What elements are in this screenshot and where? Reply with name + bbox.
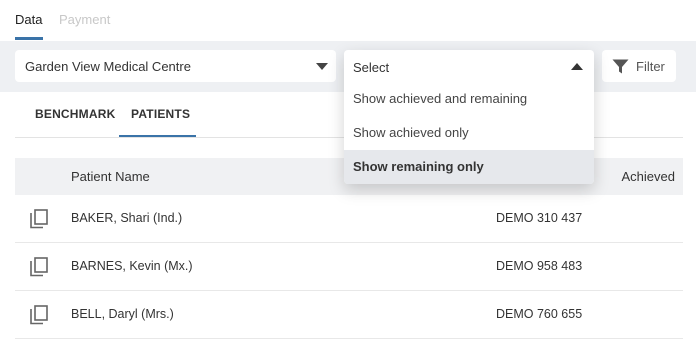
chevron-up-icon[interactable] — [571, 63, 583, 70]
chevron-down-icon — [316, 63, 328, 70]
patient-id: DEMO 310 437 — [496, 211, 583, 225]
status-select-dropdown[interactable]: Select Show achieved and remaining Show … — [344, 50, 594, 184]
column-header-patient-name[interactable]: Patient Name — [71, 169, 150, 184]
tab-payment[interactable]: Payment — [59, 12, 110, 27]
copy-icon[interactable] — [30, 209, 48, 229]
practice-select[interactable]: Garden View Medical Centre — [15, 50, 336, 82]
option-label: Show remaining only — [353, 159, 484, 174]
table-row[interactable]: BELL, Daryl (Mrs.) DEMO 760 655 — [15, 291, 683, 339]
active-tab-indicator — [15, 37, 43, 40]
option-label: Show achieved only — [353, 125, 469, 140]
table-row[interactable]: BARNES, Kevin (Mx.) DEMO 958 483 — [15, 243, 683, 291]
table-row[interactable]: BAKER, Shari (Ind.) DEMO 310 437 — [15, 195, 683, 243]
option-label: Show achieved and remaining — [353, 91, 528, 106]
patient-id: DEMO 760 655 — [496, 307, 583, 321]
tab-patients[interactable]: PATIENTS — [131, 107, 190, 121]
option-show-remaining-only[interactable]: Show remaining only — [344, 150, 594, 184]
column-header-achieved[interactable]: Achieved — [622, 169, 675, 184]
tab-benchmark[interactable]: BENCHMARK — [35, 107, 115, 121]
option-show-achieved-only[interactable]: Show achieved only — [344, 116, 594, 150]
active-subtab-indicator — [119, 135, 196, 137]
patient-name[interactable]: BARNES, Kevin (Mx.) — [71, 259, 193, 273]
practice-select-value: Garden View Medical Centre — [25, 59, 191, 74]
filter-button[interactable]: Filter — [602, 50, 676, 82]
filter-button-label: Filter — [636, 59, 665, 74]
tab-data[interactable]: Data — [15, 12, 42, 27]
funnel-icon — [612, 59, 629, 74]
patient-id: DEMO 958 483 — [496, 259, 583, 273]
patient-name[interactable]: BELL, Daryl (Mrs.) — [71, 307, 174, 321]
top-tabs: Data Payment — [0, 0, 696, 41]
copy-icon[interactable] — [30, 305, 48, 325]
patient-name[interactable]: BAKER, Shari (Ind.) — [71, 211, 182, 225]
status-select-label[interactable]: Select — [353, 60, 389, 75]
option-show-achieved-and-remaining[interactable]: Show achieved and remaining — [344, 82, 594, 116]
copy-icon[interactable] — [30, 257, 48, 277]
